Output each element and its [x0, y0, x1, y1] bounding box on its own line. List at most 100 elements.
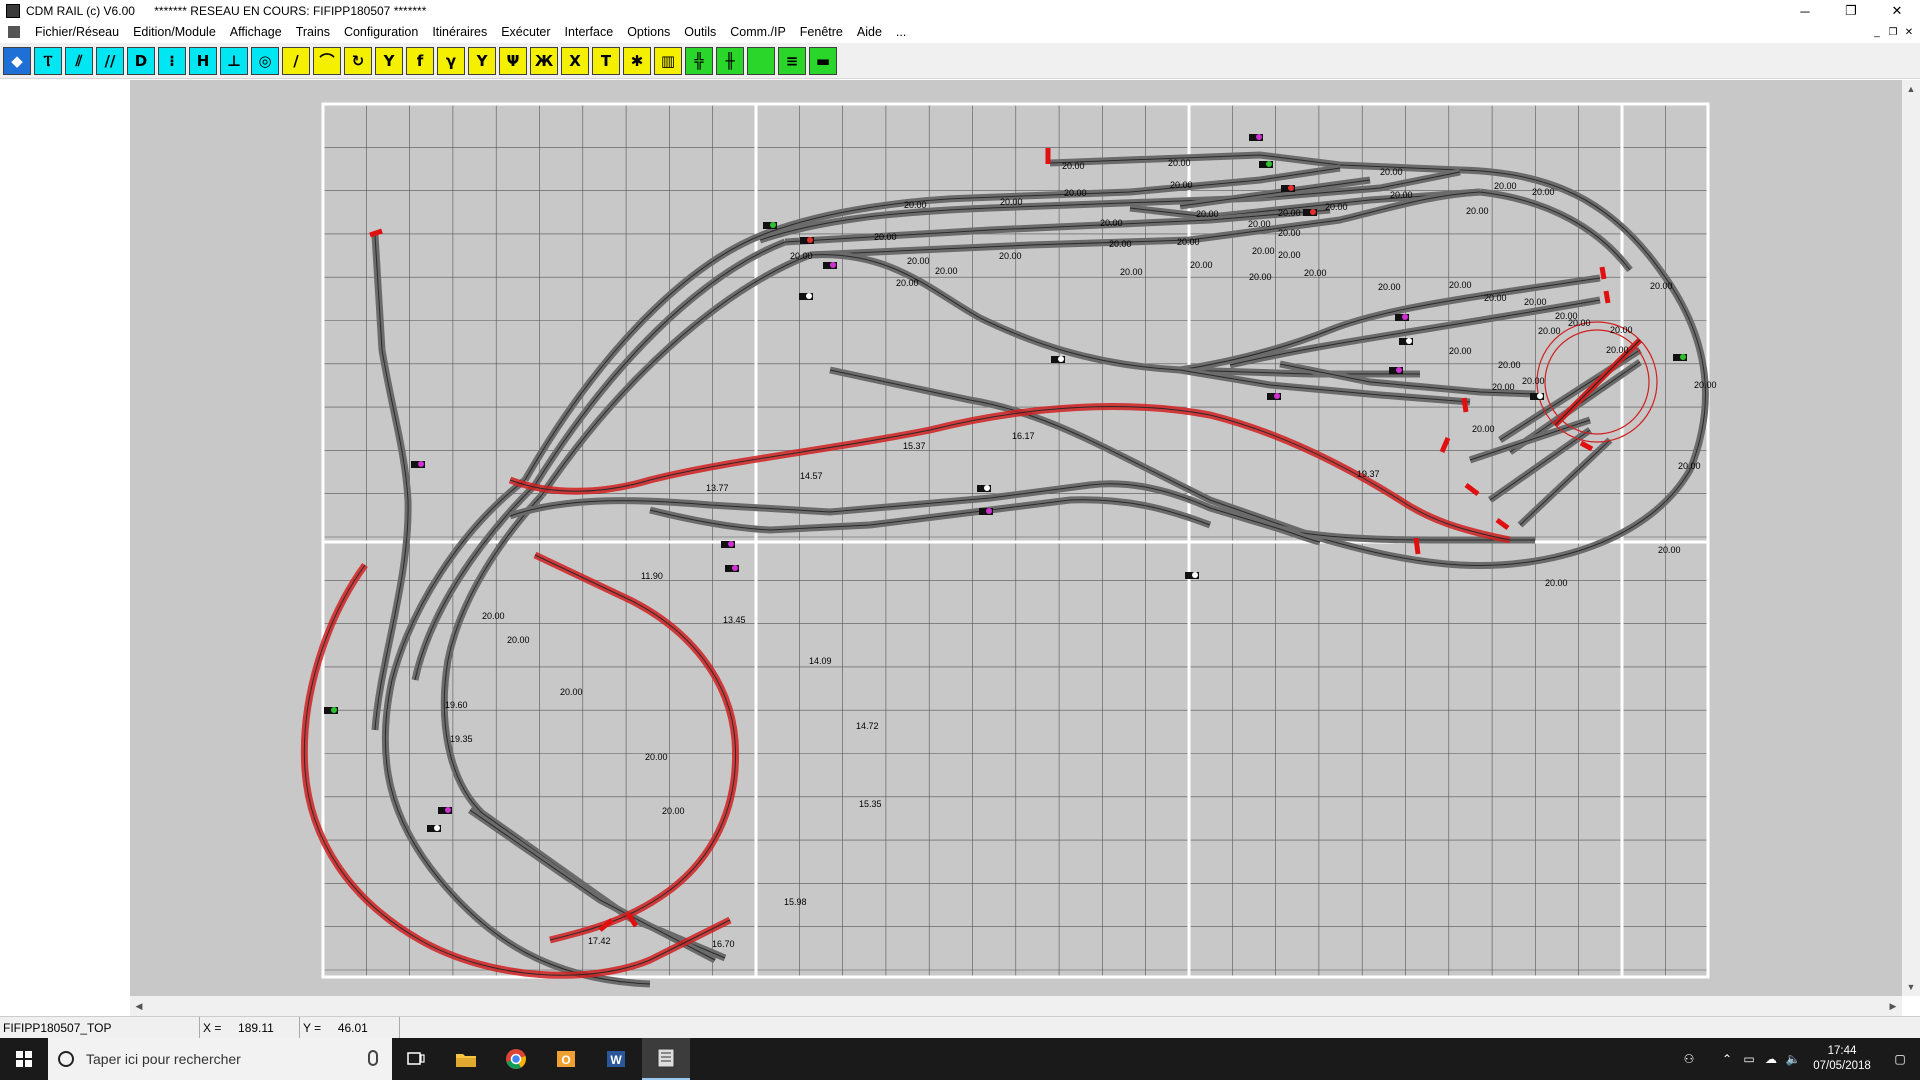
signal-light[interactable]: [1256, 134, 1262, 140]
signal-light[interactable]: [732, 565, 738, 571]
buffer-stop[interactable]: [369, 228, 383, 238]
signal-light[interactable]: [1288, 185, 1294, 191]
height-tool-button[interactable]: H: [189, 46, 217, 75]
selected-tracks[interactable]: [300, 403, 1511, 979]
onedrive-icon[interactable]: ☁: [1760, 1052, 1782, 1066]
track-rail[interactable]: [1519, 439, 1611, 526]
module-link-tool-button[interactable]: ╫: [716, 46, 744, 75]
signal-light[interactable]: [1680, 354, 1686, 360]
curve-detect-tool-button[interactable]: D: [127, 46, 155, 75]
menu-item-10[interactable]: Comm./IP: [723, 25, 793, 39]
taskbar-outlook[interactable]: O: [542, 1038, 590, 1080]
turntable[interactable]: [1536, 321, 1658, 443]
mdi-close-button[interactable]: ✕: [1902, 25, 1916, 39]
menu-item-5[interactable]: Itinéraires: [425, 25, 494, 39]
signal-light[interactable]: [1537, 393, 1543, 399]
buffer-stop[interactable]: [1495, 517, 1510, 531]
decoupler-tool-button[interactable]: ⫽: [65, 46, 93, 75]
people-icon[interactable]: ⚇: [1678, 1052, 1700, 1066]
buffer-stop[interactable]: [1439, 437, 1451, 453]
menu-item-6[interactable]: Exécuter: [494, 25, 557, 39]
buffer-stop-tool-button[interactable]: T: [592, 46, 620, 75]
menu-item-1[interactable]: Edition/Module: [126, 25, 223, 39]
menu-item-9[interactable]: Outils: [677, 25, 723, 39]
signal-light[interactable]: [1406, 338, 1412, 344]
notifications-icon[interactable]: ▢: [1880, 1052, 1920, 1066]
signal-tool-button[interactable]: Ⲧ: [34, 46, 62, 75]
track-layout-drawing[interactable]: 20.00 20.0020.0020.0020.0020.0020.0020.00…: [130, 80, 1902, 996]
signal-light[interactable]: [1058, 356, 1064, 362]
layers-tool-button[interactable]: ≡: [778, 46, 806, 75]
start-button[interactable]: [0, 1038, 48, 1080]
ruler-tool-button[interactable]: ▬: [809, 46, 837, 75]
close-button[interactable]: ✕: [1874, 0, 1920, 22]
menu-item-7[interactable]: Interface: [558, 25, 621, 39]
horizontal-scrollbar[interactable]: ◀ ▶: [130, 996, 1902, 1016]
green-fill-tool-button[interactable]: [747, 46, 775, 75]
minimize-button[interactable]: ─: [1782, 0, 1828, 22]
mdi-minimize-button[interactable]: _: [1870, 25, 1884, 39]
straight-track-tool-button[interactable]: /: [282, 46, 310, 75]
clock[interactable]: 17:44 07/05/2018: [1804, 1044, 1880, 1074]
menu-item-2[interactable]: Affichage: [223, 25, 289, 39]
scroll-down-arrow-icon[interactable]: ▼: [1902, 978, 1920, 996]
three-way-turnout-tool-button[interactable]: Ψ: [499, 46, 527, 75]
scroll-right-arrow-icon[interactable]: ▶: [1884, 996, 1902, 1016]
scroll-up-arrow-icon[interactable]: ▲: [1902, 80, 1920, 98]
zoom-tool-button[interactable]: ◆: [3, 46, 31, 75]
platform-tool-button[interactable]: ⊥: [220, 46, 248, 75]
signal-light[interactable]: [728, 541, 734, 547]
buffer-stop[interactable]: [1599, 266, 1607, 280]
tracks[interactable]: [371, 151, 1709, 988]
buffer-stop[interactable]: [1461, 397, 1469, 413]
curved-track-tool-button[interactable]: ⌒: [313, 46, 341, 75]
menu-item-13[interactable]: ...: [889, 25, 913, 39]
menu-item-3[interactable]: Trains: [289, 25, 337, 39]
buffer-stop[interactable]: [1464, 483, 1480, 496]
taskbar-cdm-rail[interactable]: [642, 1038, 690, 1080]
circle-track-tool-button[interactable]: ↻: [344, 46, 372, 75]
track-rail[interactable]: [1479, 191, 1631, 271]
document-icon[interactable]: [8, 26, 20, 38]
double-track-tool-button[interactable]: //: [96, 46, 124, 75]
layout-canvas[interactable]: 20.00 20.00 20.00 20.00 20.00 20.00 20.00 20.00…: [130, 80, 1902, 996]
taskbar-word[interactable]: W: [592, 1038, 640, 1080]
taskbar-file-explorer[interactable]: [442, 1038, 490, 1080]
scroll-left-arrow-icon[interactable]: ◀: [130, 996, 148, 1016]
signal-light[interactable]: [1274, 393, 1280, 399]
curved-turnout-tool-button[interactable]: γ: [437, 46, 465, 75]
signal-light[interactable]: [830, 262, 836, 268]
book-tool-button[interactable]: ▥: [654, 46, 682, 75]
signal-light[interactable]: [806, 293, 812, 299]
signal-light[interactable]: [445, 807, 451, 813]
vertical-scrollbar[interactable]: ▲ ▼: [1902, 80, 1920, 996]
menu-item-12[interactable]: Aide: [850, 25, 889, 39]
double-slip-tool-button[interactable]: Ж: [530, 46, 558, 75]
signal-light[interactable]: [1396, 367, 1402, 373]
menu-item-8[interactable]: Options: [620, 25, 677, 39]
signal-light[interactable]: [986, 508, 992, 514]
turnout-right-tool-button[interactable]: f: [406, 46, 434, 75]
crossing-tool-button[interactable]: X: [561, 46, 589, 75]
signal-light[interactable]: [331, 707, 337, 713]
volume-icon[interactable]: 🔈: [1782, 1052, 1804, 1066]
signal-light[interactable]: [434, 825, 440, 831]
menu-item-4[interactable]: Configuration: [337, 25, 425, 39]
show-hidden-icons-icon[interactable]: ⌃: [1716, 1052, 1738, 1066]
network-icon[interactable]: ▭: [1738, 1052, 1760, 1066]
buffer-stop[interactable]: [1413, 537, 1421, 555]
menu-item-11[interactable]: Fenêtre: [793, 25, 850, 39]
detector-tool-button[interactable]: ⁝: [158, 46, 186, 75]
signal-light[interactable]: [770, 222, 776, 228]
menu-item-0[interactable]: Fichier/Réseau: [28, 25, 126, 39]
task-view-button[interactable]: [392, 1038, 440, 1080]
taskbar-chrome[interactable]: [492, 1038, 540, 1080]
taskbar-search[interactable]: Taper ici pour rechercher: [48, 1038, 392, 1080]
signal-light[interactable]: [984, 485, 990, 491]
signal-light[interactable]: [807, 237, 813, 243]
scenery-tool-button[interactable]: ✱: [623, 46, 651, 75]
wye-turnout-tool-button[interactable]: Y: [468, 46, 496, 75]
turnout-left-tool-button[interactable]: Y: [375, 46, 403, 75]
track-bed[interactable]: [809, 251, 1420, 378]
mdi-restore-button[interactable]: ❐: [1886, 25, 1900, 39]
